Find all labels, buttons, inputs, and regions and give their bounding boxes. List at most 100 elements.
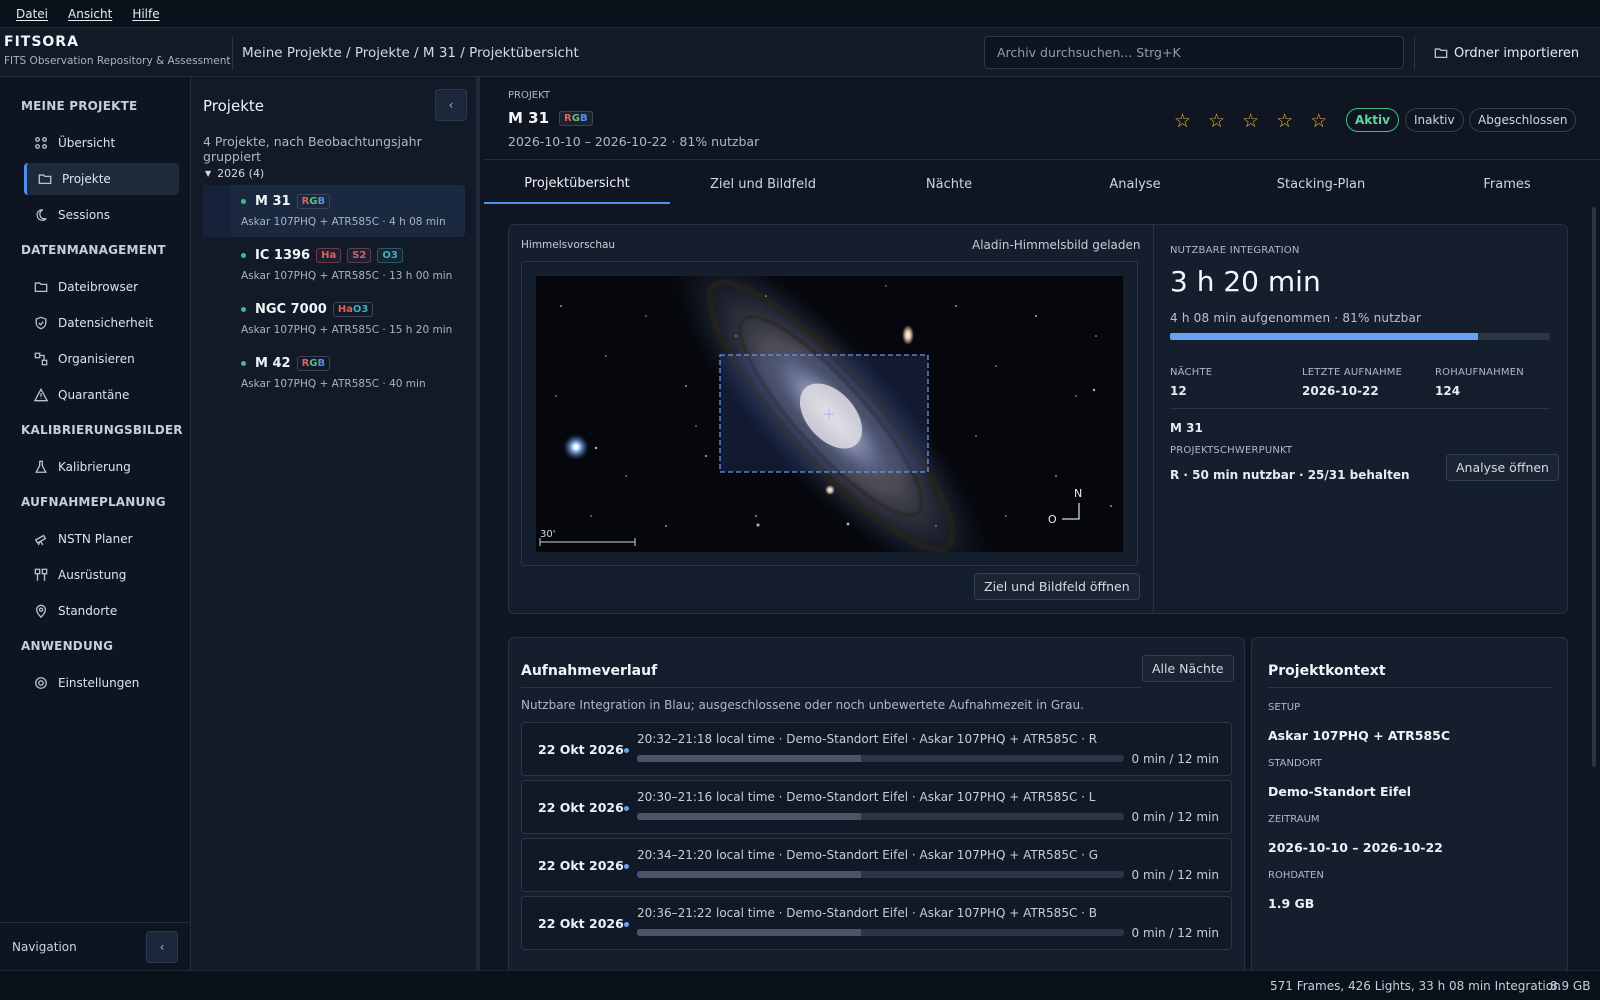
tab-analyse[interactable]: Analyse [1042,164,1228,204]
sidebar-item-standorte[interactable]: Standorte [24,595,179,627]
sky-preview-frame: 30' N O [521,261,1138,566]
star-icon[interactable]: ☆ [1208,110,1225,132]
import-label: Ordner importieren [1454,45,1580,61]
night-date: 22 Okt 2026 [538,800,624,815]
selection-indicator [203,185,231,237]
project-list-item[interactable]: M 31 RGB Askar 107PHQ + ATR585C · 4 h 08 m… [203,185,465,237]
star-icon[interactable]: ☆ [1276,110,1293,132]
tab-ziel-und-bildfeld[interactable]: Ziel und Bildfeld [670,164,856,204]
divider [1414,36,1415,70]
tab-bar: Projektübersicht Ziel und Bildfeld Nächt… [484,164,1600,204]
night-row[interactable]: 22 Okt 2026 20:32–21:18 local time · Demo… [521,722,1232,776]
sidebar-item-sessions[interactable]: Sessions [24,199,179,231]
focus-label: PROJEKTSCHWERPUNKT [1170,445,1293,456]
night-row[interactable]: 22 Okt 2026 20:36–21:22 local time · Demo… [521,896,1232,950]
project-item-name: IC 1396 [255,248,311,263]
year-group-toggle[interactable]: ▼ 2026 (4) [205,167,264,180]
sidebar-item-label: Organisieren [58,352,135,366]
status-dot [241,307,246,312]
year-group-label: 2026 (4) [217,167,265,180]
project-list-item[interactable]: NGC 7000 HaO3 Askar 107PHQ + ATR585C · 15 … [203,293,465,345]
search-input[interactable]: Archiv durchsuchen... Strg+K [984,36,1404,69]
project-title: M 31 RGB [508,109,593,127]
sidebar-item-kalibrierung[interactable]: Kalibrierung [24,451,179,483]
collapse-sidebar-button[interactable]: ‹ [146,931,178,963]
menu-ansicht[interactable]: Ansicht [58,7,122,21]
filter-tag: S2 [347,248,372,263]
project-list-item[interactable]: M 42 RGB Askar 107PHQ + ATR585C · 40 min [203,347,465,399]
collapse-projects-button[interactable]: ‹ [435,89,467,121]
flask-icon [34,460,48,474]
filter-tag: Ha [316,248,342,263]
stat-value: 2026-10-22 [1302,384,1379,398]
status-aktiv[interactable]: Aktiv [1346,108,1399,132]
context-label: SETUP [1268,702,1301,713]
sidebar-item-datensicherheit[interactable]: Datensicherheit [24,307,179,339]
main-scrollbar[interactable] [1592,207,1596,767]
sky-preview-image[interactable]: 30' N O [536,276,1123,552]
sidebar-item-organisieren[interactable]: Organisieren [24,343,179,375]
night-value: 0 min / 12 min [1131,810,1219,824]
rating-stars: ☆ ☆ ☆ ☆ ☆ [1174,110,1327,132]
tab-projektuebersicht[interactable]: Projektübersicht [484,164,670,204]
divider [1268,687,1553,688]
integration-label: NUTZBARE INTEGRATION [1170,245,1300,256]
scale-label: 30' [540,529,555,540]
night-dot [624,748,629,753]
project-tag: RGB [559,110,593,126]
import-folder-button[interactable]: Ordner importieren [1434,40,1579,66]
sidebar-item-dateibrowser[interactable]: Dateibrowser [24,271,179,303]
tab-frames[interactable]: Frames [1414,164,1600,204]
tab-stacking-plan[interactable]: Stacking-Plan [1228,164,1414,204]
sidebar-item-label: Übersicht [58,136,116,150]
sidebar-item-quarantaene[interactable]: Quarantäne [24,379,179,411]
menu-hilfe[interactable]: Hilfe [122,7,169,21]
sidebar-footer: Navigation ‹ [0,922,190,970]
sidebar-item-einstellungen[interactable]: Einstellungen [24,667,179,699]
shield-icon [34,316,48,330]
stat-value: 12 [1170,384,1187,398]
section-heading: KALIBRIERUNGSBILDER [21,423,183,437]
night-progress-fill [637,755,862,762]
north-label: N [1074,487,1082,500]
star-icon[interactable]: ☆ [1310,110,1327,132]
status-abgeschlossen[interactable]: Abgeschlossen [1469,108,1577,132]
project-item-title: M 31 RGB [255,194,331,209]
status-inaktiv[interactable]: Inaktiv [1405,108,1464,132]
night-value: 0 min / 12 min [1131,868,1219,882]
project-list-item[interactable]: IC 1396 Ha S2 O3 Askar 107PHQ + ATR585C · 13… [203,239,465,291]
sidebar: MEINE PROJEKTE Übersicht Projekte Sessio… [0,77,191,970]
context-label: ZEITRAUM [1268,814,1320,825]
night-dot [624,922,629,927]
star-icon[interactable]: ☆ [1242,110,1259,132]
menu-datei[interactable]: Datei [6,7,58,21]
context-value: 2026-10-10 – 2026-10-22 [1268,840,1443,855]
sidebar-item-label: Datensicherheit [58,316,154,330]
night-row[interactable]: 22 Okt 2026 20:30–21:16 local time · Demo… [521,780,1232,834]
open-target-fov-button[interactable]: Ziel und Bildfeld öffnen [974,573,1140,600]
integration-panel: NUTZBARE INTEGRATION 3 h 20 min 4 h 08 m… [1153,225,1568,613]
tab-naechte[interactable]: Nächte [856,164,1042,204]
sidebar-item-label: Standorte [58,604,118,618]
equipment-icon [34,568,48,582]
sidebar-item-ausruestung[interactable]: Ausrüstung [24,559,179,591]
folder-icon [38,172,52,186]
status-summary: 571 Frames, 426 Lights, 33 h 08 min Inte… [1270,979,1561,993]
all-nights-button[interactable]: Alle Nächte [1142,655,1234,682]
top-bar: FITSORA FITS Observation Repository & As… [0,28,1600,77]
sidebar-item-label: Ausrüstung [58,568,127,582]
night-progress [637,871,1124,878]
projects-subtitle: 4 Projekte, nach Beobachtungsjahr gruppi… [203,134,422,164]
star-icon[interactable]: ☆ [1174,110,1191,132]
sidebar-item-label: Einstellungen [58,676,140,690]
section-heading: DATENMANAGEMENT [21,243,166,257]
sidebar-item-nstn-planer[interactable]: NSTN Planer [24,523,179,555]
sidebar-item-projekte[interactable]: Projekte [24,163,179,195]
night-row[interactable]: 22 Okt 2026 20:34–21:20 local time · Demo… [521,838,1232,892]
gear-icon [34,676,48,690]
open-analysis-button[interactable]: Analyse öffnen [1446,454,1559,481]
section-heading: AUFNAHMEPLANUNG [21,495,166,509]
sidebar-item-uebersicht[interactable]: Übersicht [24,127,179,159]
target-name: M 31 [1170,421,1203,435]
night-date: 22 Okt 2026 [538,916,624,931]
